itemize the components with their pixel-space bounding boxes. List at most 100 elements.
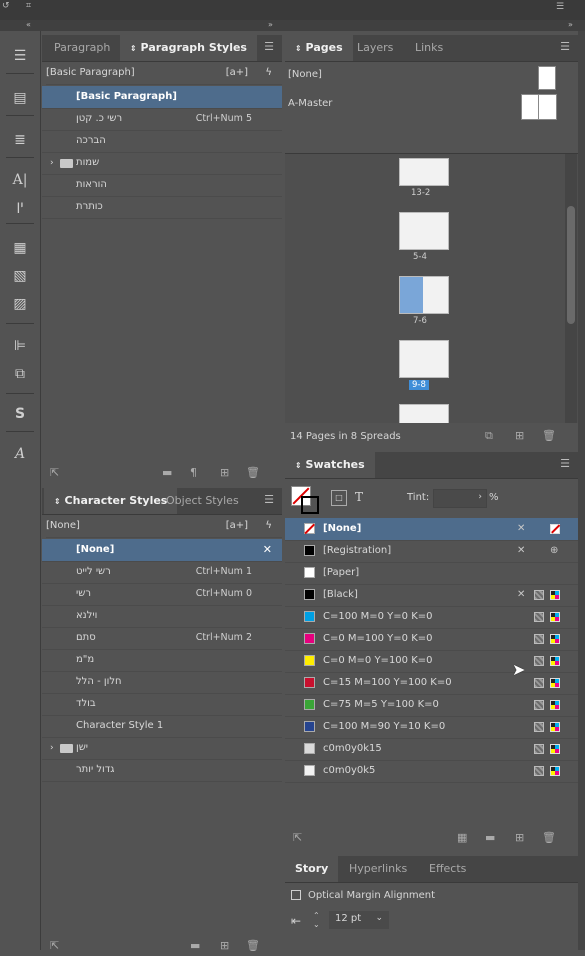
spread-13-2[interactable]	[399, 158, 449, 186]
delete-style-icon[interactable]: 🗑	[246, 466, 260, 480]
quick-apply-icon[interactable]: ϟ	[265, 515, 272, 537]
menu-icon[interactable]: ☰	[556, 2, 564, 12]
undo-icon[interactable]: ↺	[2, 1, 10, 11]
swatch-row[interactable]: C=100 M=90 Y=10 K=0	[285, 716, 578, 739]
character-tool-icon[interactable]: A|	[8, 169, 32, 191]
paragraph-style-row[interactable]: הברכה	[42, 130, 282, 153]
panel-menu-icon[interactable]: ☰	[560, 41, 570, 52]
new-style-button[interactable]: [a+]	[226, 62, 248, 84]
master-a-label[interactable]: A-Master	[288, 98, 332, 109]
swatch-row[interactable]: C=0 M=100 Y=0 K=0	[285, 628, 578, 651]
paragraph-style-row[interactable]: [Basic Paragraph]	[42, 86, 282, 109]
show-all-swatches-icon[interactable]: ▦	[457, 831, 467, 845]
paragraph-style-row[interactable]: הוראות	[42, 174, 282, 197]
chevron-down-icon[interactable]: ⌄	[375, 913, 383, 923]
new-group-icon[interactable]: ▬	[190, 939, 200, 953]
spread-7-6[interactable]	[399, 276, 449, 314]
new-style-icon[interactable]: ⊞	[220, 939, 229, 953]
transform-icon[interactable]: ⌗	[26, 1, 31, 11]
formatting-text-icon[interactable]: T	[355, 490, 363, 504]
optical-margin-checkbox[interactable]	[291, 890, 301, 900]
size-stepper[interactable]: ⌃ ⌄	[313, 911, 323, 929]
pages-thumbnails[interactable]: 13-2 5-4 7-6 9-8	[285, 154, 578, 423]
delete-page-icon[interactable]: 🗑	[542, 429, 556, 443]
swatch-row[interactable]: C=0 M=0 Y=100 K=0	[285, 650, 578, 673]
tab-swatches[interactable]: ⇕ Swatches	[285, 452, 375, 478]
stroke-swatch[interactable]	[301, 496, 319, 514]
tint-arrow-icon[interactable]: ›	[478, 492, 482, 502]
swatch-row[interactable]: c0m0y0k5	[285, 760, 578, 783]
pages-scrollbar[interactable]	[565, 154, 577, 423]
size-input[interactable]: 12 pt ⌄	[329, 911, 389, 929]
character-style-row[interactable]: גדול יותר	[42, 759, 282, 782]
formatting-container-icon[interactable]: □	[331, 490, 347, 506]
delete-style-icon[interactable]: 🗑	[246, 939, 260, 953]
new-swatch-icon[interactable]: ⊞	[515, 831, 524, 845]
swatch-row[interactable]: [None] ✕	[285, 518, 578, 541]
clear-overrides-icon[interactable]: ¶	[190, 466, 197, 480]
character-style-row[interactable]: חלון - הלל	[42, 671, 282, 694]
collapse-left-icon[interactable]: «	[26, 20, 31, 30]
load-styles-icon[interactable]: ⇱	[50, 939, 59, 953]
character-style-row[interactable]: רשי Ctrl+Num 0	[42, 583, 282, 606]
align-tool-icon[interactable]: ≣	[8, 129, 32, 151]
table-tool-icon[interactable]: ▦	[8, 237, 32, 259]
character-style-row[interactable]: מ"מ	[42, 649, 282, 672]
delete-swatch-icon[interactable]: 🗑	[542, 831, 556, 845]
new-style-icon[interactable]: ⊞	[220, 466, 229, 480]
align-objects-icon[interactable]: ⊫	[8, 335, 32, 357]
pages-tool-icon[interactable]: ☰	[8, 45, 32, 67]
pathfinder-icon[interactable]: ⧉	[8, 363, 32, 385]
new-style-button[interactable]: [a+]	[226, 515, 248, 537]
paragraph-style-row[interactable]: רשי כ. קטן Ctrl+Num 5	[42, 108, 282, 131]
swatch-row[interactable]: [Registration] ✕ ⊕	[285, 540, 578, 563]
character-style-row[interactable]: וילנא	[42, 605, 282, 628]
spread-9-8[interactable]	[399, 340, 449, 378]
gradient-tool-icon[interactable]: ▤	[8, 87, 32, 109]
load-styles-icon[interactable]: ⇱	[50, 466, 59, 480]
paragraph-style-row[interactable]: › שמות	[42, 152, 282, 175]
tab-links[interactable]: Links	[405, 35, 453, 61]
character-style-row[interactable]: רשי לייט Ctrl+Num 1	[42, 561, 282, 584]
master-none-thumb[interactable]	[538, 66, 556, 90]
tab-story[interactable]: Story	[285, 856, 339, 882]
tab-paragraph[interactable]: Paragraph	[44, 35, 120, 61]
quick-apply-icon[interactable]: ϟ	[265, 62, 272, 84]
character-style-row[interactable]: [None] ✕	[42, 539, 282, 562]
table-styles-icon[interactable]: ▧	[8, 265, 32, 287]
tab-paragraph-styles[interactable]: ⇕ Paragraph Styles	[120, 35, 257, 61]
swatch-row[interactable]: C=100 M=0 Y=0 K=0	[285, 606, 578, 629]
new-group-icon[interactable]: ▬	[162, 466, 172, 480]
paragraph-style-row[interactable]: כותרת	[42, 196, 282, 219]
new-page-icon[interactable]: ⊞	[515, 429, 524, 443]
character-style-row[interactable]: › ישן	[42, 737, 282, 760]
spread-next[interactable]	[399, 404, 449, 423]
spread-5-4[interactable]	[399, 212, 449, 250]
load-swatches-icon[interactable]: ⇱	[293, 831, 302, 845]
glyph-a-icon[interactable]: A	[8, 443, 32, 465]
tab-object-styles[interactable]: Object Styles	[156, 488, 249, 514]
script-icon[interactable]: S	[8, 403, 32, 425]
chevron-right-icon[interactable]: ›	[50, 737, 54, 759]
swatch-row[interactable]: C=75 M=5 Y=100 K=0	[285, 694, 578, 717]
swatch-row[interactable]: C=15 M=100 Y=100 K=0	[285, 672, 578, 695]
swatch-row[interactable]: c0m0y0k15	[285, 738, 578, 761]
swatch-row[interactable]: [Black] ✕	[285, 584, 578, 607]
page-size-icon[interactable]: ⧉	[485, 429, 493, 443]
expand-right-icon[interactable]: »	[268, 20, 273, 30]
tab-effects[interactable]: Effects	[419, 856, 476, 882]
tab-hyperlinks[interactable]: Hyperlinks	[339, 856, 417, 882]
tint-input[interactable]: ›	[433, 489, 487, 508]
character-style-row[interactable]: בולד	[42, 693, 282, 716]
panel-menu-icon[interactable]: ☰	[560, 458, 570, 469]
tab-pages[interactable]: ⇕ Pages	[285, 35, 353, 61]
panel-menu-icon[interactable]: ☰	[264, 41, 274, 52]
glyphs-tool-icon[interactable]: ין	[8, 195, 32, 217]
chevron-right-icon[interactable]: ›	[50, 152, 54, 174]
cell-styles-icon[interactable]: ▨	[8, 293, 32, 315]
new-color-group-icon[interactable]: ▬	[485, 831, 495, 845]
character-style-row[interactable]: Character Style 1	[42, 715, 282, 738]
tab-layers[interactable]: Layers	[347, 35, 403, 61]
swatch-row[interactable]: [Paper]	[285, 562, 578, 585]
panel-menu-icon[interactable]: ☰	[264, 494, 274, 505]
